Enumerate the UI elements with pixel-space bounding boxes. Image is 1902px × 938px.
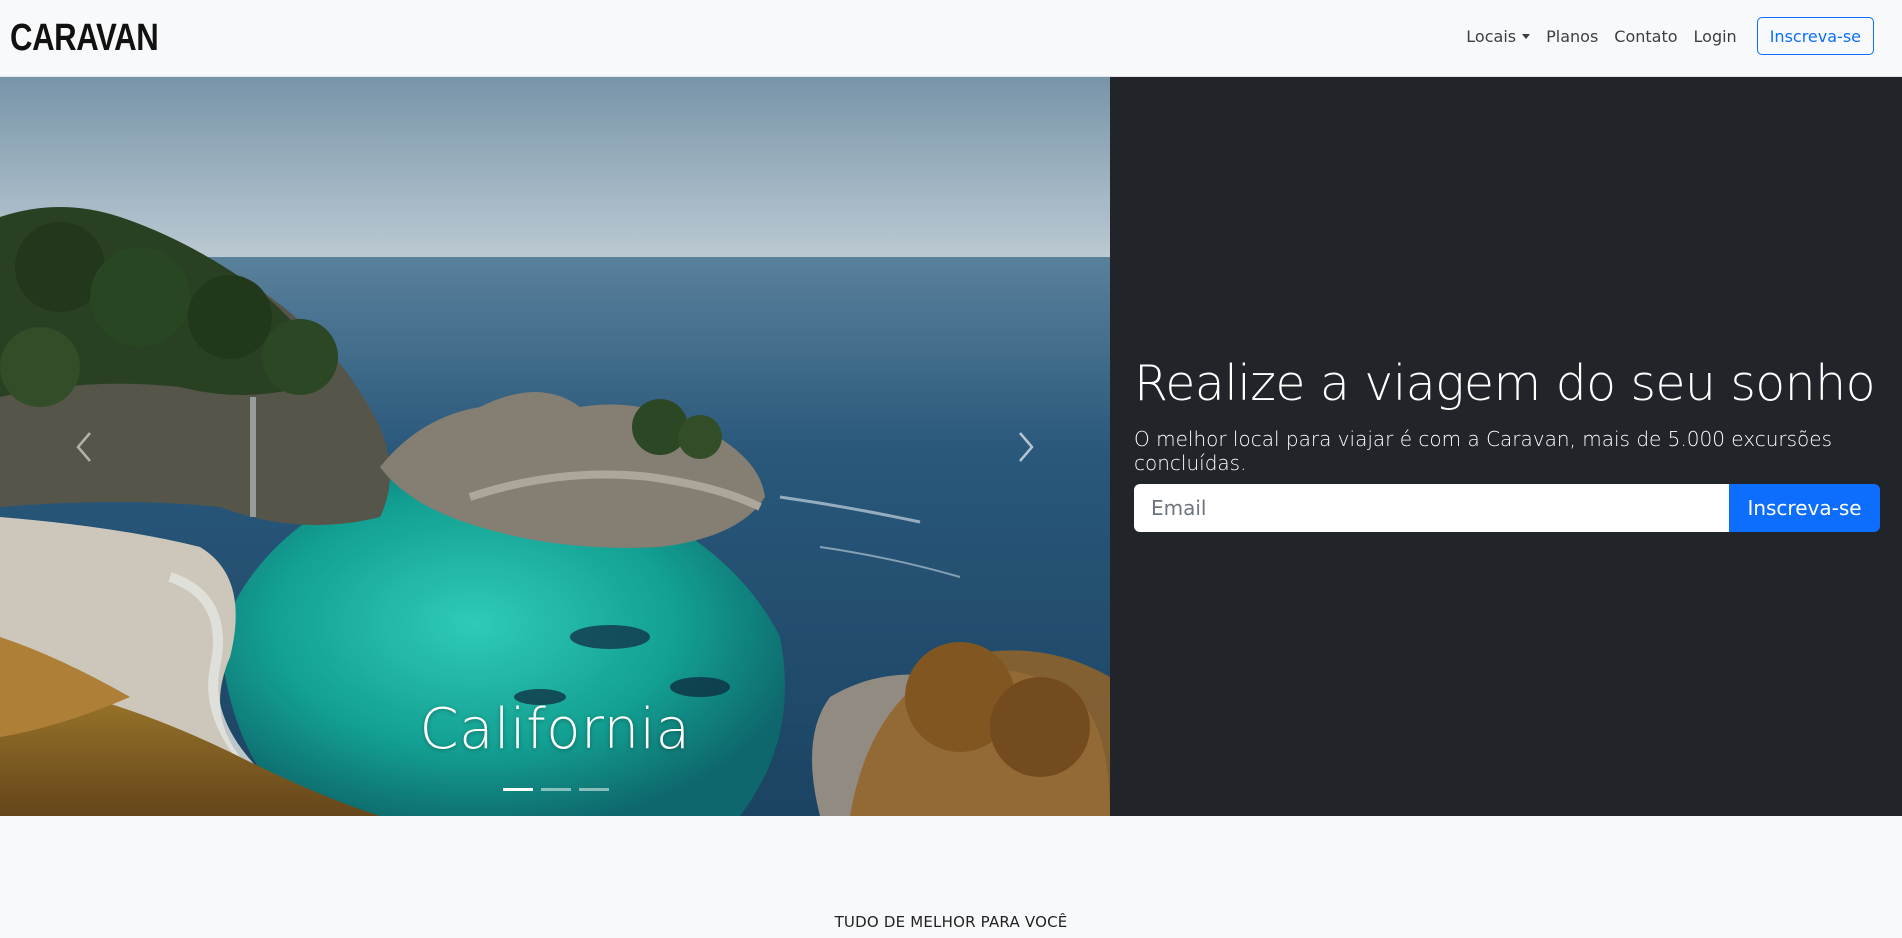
nav-link-label: Planos [1546, 26, 1599, 46]
nav-link-label: Locais [1466, 26, 1517, 46]
nav-link-label: Contato [1614, 26, 1678, 46]
nav-link-contato[interactable]: Contato [1614, 27, 1677, 46]
email-input[interactable] [1134, 484, 1729, 532]
image-carousel[interactable]: California [0, 77, 1110, 816]
chevron-right-icon [1019, 432, 1034, 462]
nav-link-label: Login [1693, 26, 1737, 46]
carousel-prev-button[interactable] [54, 417, 114, 477]
hero-title: Realize a viagem do seu sonho [1134, 355, 1876, 412]
navbar: CARAVAN Locais Planos Contato Login Insc… [0, 0, 1902, 77]
signup-form: Inscreva-se [1134, 484, 1880, 532]
nav-link-planos[interactable]: Planos [1546, 27, 1598, 46]
nav-link-locais[interactable]: Locais [1466, 26, 1531, 46]
hero-signup-button[interactable]: Inscreva-se [1729, 484, 1880, 532]
section-heading: TUDO DE MELHOR PARA VOCÊ [834, 913, 1068, 931]
signup-button[interactable]: Inscreva-se [1756, 17, 1874, 55]
carousel-next-button[interactable] [996, 417, 1056, 477]
carousel-indicators [503, 788, 609, 791]
chevron-left-icon [76, 432, 91, 462]
carousel-caption: California [419, 697, 691, 762]
nav-link-login[interactable]: Login [1694, 27, 1737, 46]
carousel-indicator-3[interactable] [579, 788, 609, 791]
nav-links: Locais Planos Contato Login Inscreva-se [1466, 17, 1874, 55]
brand-logo[interactable]: CARAVAN [10, 16, 159, 60]
caret-down-icon [1522, 33, 1531, 39]
hero-section: California Realize a viagem do seu sonho… [0, 77, 1902, 816]
signup-panel: Realize a viagem do seu sonho O melhor l… [1110, 77, 1902, 816]
carousel-indicator-2[interactable] [541, 788, 571, 791]
carousel-indicator-1[interactable] [503, 788, 533, 791]
hero-subtitle: O melhor local para viajar é com a Carav… [1134, 427, 1833, 475]
